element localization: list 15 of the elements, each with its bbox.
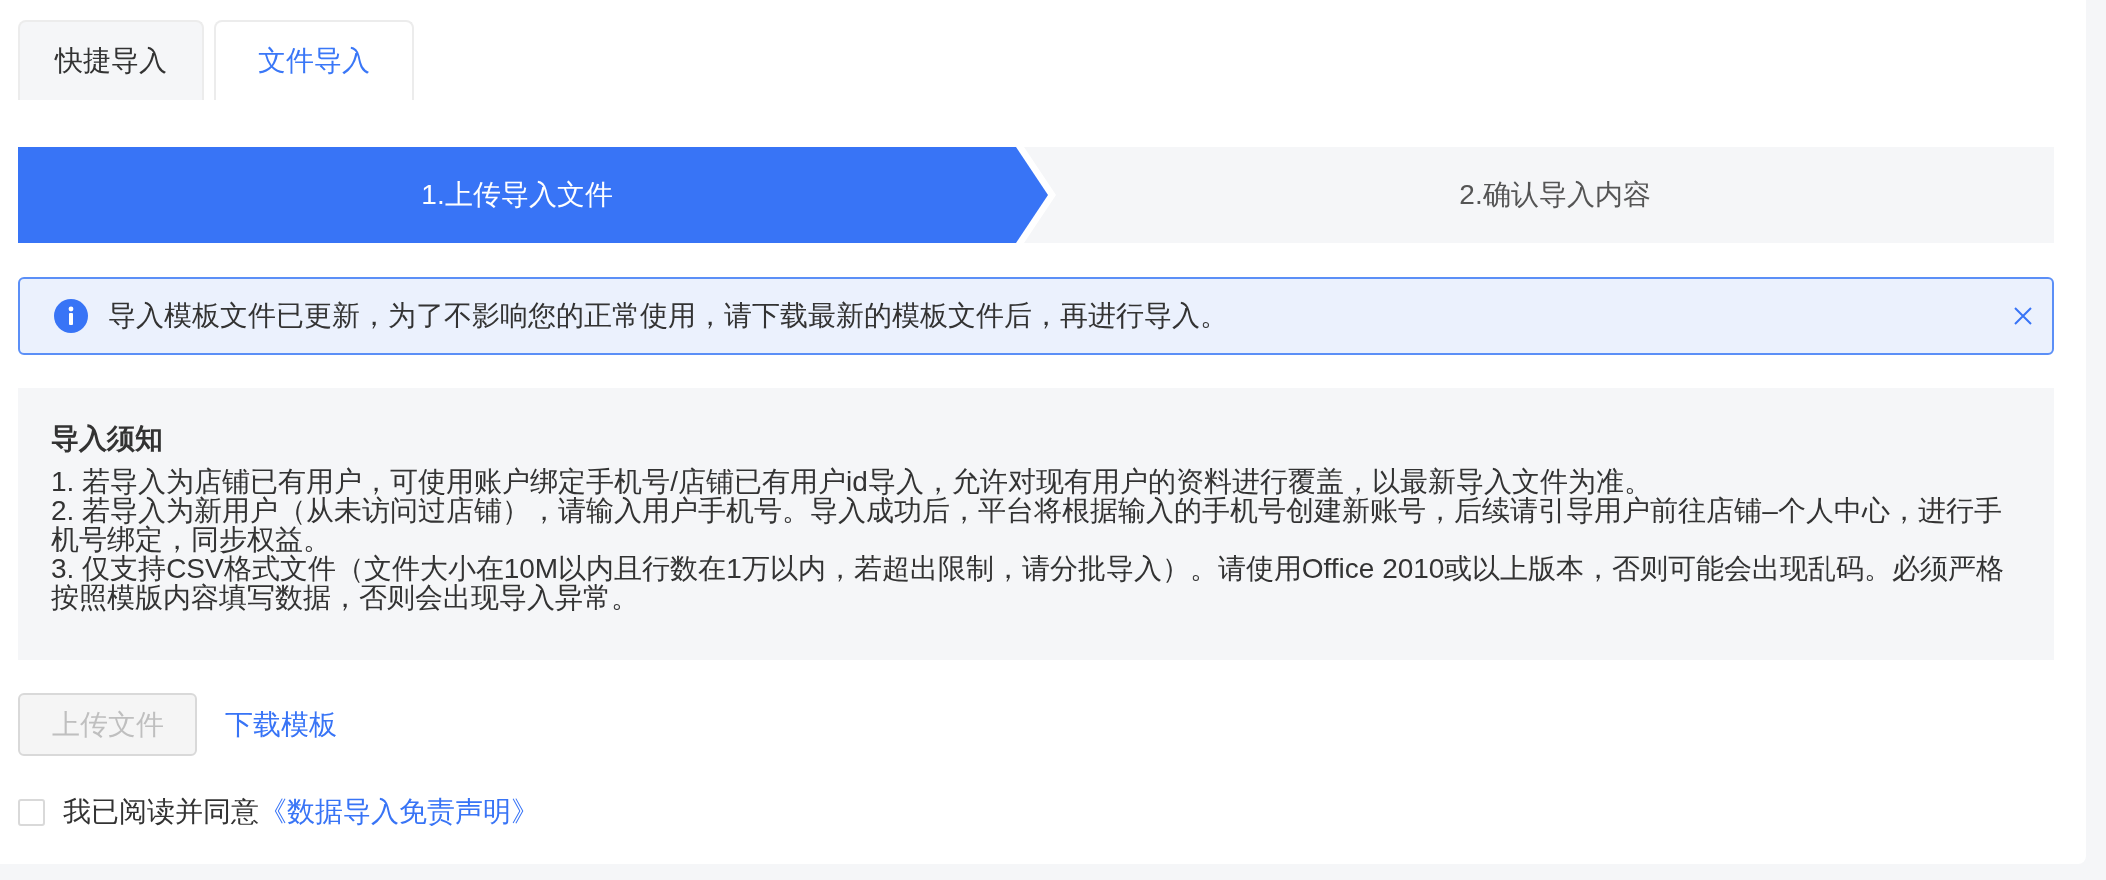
tab[interactable]: 快捷导入 [18, 20, 204, 100]
agreement-checkbox[interactable] [18, 798, 45, 826]
notice-item: 1. 若导入为店铺已有用户，可使用账户绑定手机号/店铺已有用户id导入，允许对现有用户的资料进行覆盖，以最新导入文件为准。 [51, 467, 1653, 496]
agreement-label: 我已阅读并同意 [63, 796, 259, 828]
alert-message: 导入模板文件已更新，为了不影响您的正常使用，请下载最新的模板文件后，再进行导入。 [108, 300, 1229, 332]
notice-item: 3. 仅支持CSV格式文件（文件大小在10M以内且行数在1万以内，若超出限制，请分批导入）。请使用Office 2010或以上版本，否则可能会出现乱码。必须严格按照模版内容填写数据，否则会出现导入异常。 [51, 554, 2006, 612]
info-icon [54, 299, 88, 333]
close-button[interactable] [2014, 307, 2032, 325]
notice-title: 导入须知 [51, 424, 164, 453]
disclaimer-link[interactable]: 《数据导入免责声明》 [259, 796, 539, 828]
tab[interactable]: 文件导入 [214, 20, 414, 100]
close-icon [2014, 307, 2032, 325]
notice-item: 2. 若导入为新用户（从未访问过店铺），请输入用户手机号。导入成功后，平台将根据输入的手机号创建新账号，后续请引导用户前往店铺–个人中心，进行手机号绑定，同步权益。 [51, 496, 2003, 554]
download-link[interactable]: 下载模板 [225, 708, 337, 741]
progress-step: 1.上传导入文件 [18, 147, 1048, 243]
